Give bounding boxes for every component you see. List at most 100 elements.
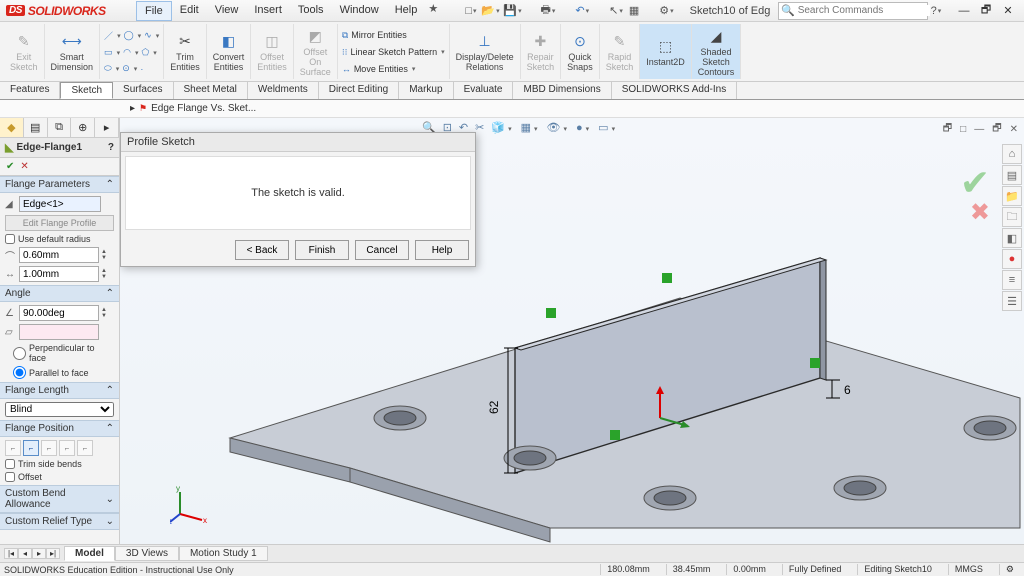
menu-view[interactable]: View: [207, 1, 247, 21]
tab-directedit[interactable]: Direct Editing: [319, 82, 399, 99]
tab-surfaces[interactable]: Surfaces: [113, 82, 173, 99]
radius-input[interactable]: [19, 247, 99, 263]
edge-icon: ◢: [5, 199, 17, 210]
maximize-button[interactable]: 🗗: [976, 3, 996, 19]
section-flange-position[interactable]: Flange Position⌃: [0, 420, 119, 437]
tab-motion[interactable]: Motion Study 1: [179, 546, 268, 561]
parallel-radio[interactable]: [13, 366, 26, 379]
dialog-title: Profile Sketch: [121, 133, 475, 152]
tab-evaluate[interactable]: Evaluate: [454, 82, 514, 99]
radius-spinner[interactable]: ▲▼: [101, 249, 107, 261]
dialog-message: The sketch is valid.: [125, 156, 471, 230]
rapid-sketch[interactable]: ✎Rapid Sketch: [600, 24, 641, 79]
tab-nav[interactable]: |◂◂▸▸|: [4, 548, 60, 559]
face-select-icon: ▱: [5, 327, 17, 338]
tab-sheetmetal[interactable]: Sheet Metal: [174, 82, 248, 99]
angle-face-input[interactable]: [19, 324, 99, 340]
sketch-shapes[interactable]: ／▾ ◯▾ ∿▾ ▭▾ ◠▾ ⬠▾ ⬭▾ ⊙▾ ·: [100, 24, 164, 79]
pm-tab-feature[interactable]: ◆: [0, 118, 24, 137]
graphics-viewport[interactable]: 🔍⊡↶ ✂🧊▾ ▦▾👁▾ ●▾▭▾ 🗗 □ — 🗗 ✕ ✔ ✖ ⌂▤📁 🗀◧ ●…: [120, 118, 1024, 544]
pm-tab-more[interactable]: ▸: [95, 118, 119, 137]
instant2d[interactable]: ⬚Instant2D: [640, 24, 692, 79]
edge-selection[interactable]: [19, 196, 101, 212]
select-icon[interactable]: ↖▾: [609, 3, 623, 19]
tab-addins[interactable]: SOLIDWORKS Add-Ins: [612, 82, 737, 99]
section-flange-length[interactable]: Flange Length⌃: [0, 382, 119, 399]
quick-snaps[interactable]: ⊙Quick Snaps: [561, 24, 600, 79]
options-icon[interactable]: ⚙▾: [659, 3, 673, 19]
new-file-icon[interactable]: □▾: [465, 3, 476, 19]
menu-window[interactable]: Window: [332, 1, 387, 21]
tab-weldments[interactable]: Weldments: [248, 82, 319, 99]
open-file-icon[interactable]: 📂▾: [482, 3, 498, 19]
save-icon[interactable]: 💾▾: [504, 3, 520, 19]
cancel-button[interactable]: ✕: [20, 161, 28, 172]
pm-help-icon[interactable]: ?: [108, 142, 114, 153]
status-units[interactable]: MMGS: [948, 564, 989, 575]
menu-pin-icon[interactable]: ★: [425, 1, 441, 17]
dialog-help-button[interactable]: Help: [415, 240, 469, 260]
menu-file[interactable]: File: [136, 1, 172, 21]
offset-entities[interactable]: ◫Offset Entities: [251, 24, 294, 79]
tab-model[interactable]: Model: [64, 546, 115, 561]
gap-input[interactable]: [19, 266, 99, 282]
section-angle[interactable]: Angle⌃: [0, 285, 119, 302]
smart-dimension[interactable]: ⟷Smart Dimension: [45, 24, 101, 79]
menu-insert[interactable]: Insert: [246, 1, 290, 21]
dialog-back-button[interactable]: < Back: [235, 240, 289, 260]
repair-sketch[interactable]: ✚Repair Sketch: [521, 24, 562, 79]
tab-sketch[interactable]: Sketch: [60, 82, 113, 99]
menu-edit[interactable]: Edit: [172, 1, 207, 21]
use-default-radius-check[interactable]: [5, 234, 15, 244]
status-more-icon[interactable]: ⚙: [999, 564, 1020, 575]
section-custom-bend[interactable]: Custom Bend Allowance⌄: [0, 485, 119, 513]
dialog-cancel-button[interactable]: Cancel: [355, 240, 409, 260]
tab-markup[interactable]: Markup: [399, 82, 453, 99]
dialog-finish-button[interactable]: Finish: [295, 240, 349, 260]
angle-spinner[interactable]: ▲▼: [101, 307, 107, 319]
tab-features[interactable]: Features: [0, 82, 60, 99]
pattern-tools[interactable]: ⧉Mirror Entities ⁝⁝Linear Sketch Pattern…: [338, 24, 450, 79]
status-y: 38.45mm: [666, 564, 717, 575]
trim-side-check[interactable]: [5, 459, 15, 469]
trim-entities[interactable]: ✂Trim Entities: [164, 24, 207, 79]
profile-sketch-dialog: Profile Sketch The sketch is valid. < Ba…: [120, 132, 476, 267]
section-custom-relief[interactable]: Custom Relief Type⌄: [0, 513, 119, 530]
undo-icon[interactable]: ↶▾: [575, 3, 589, 19]
gap-spinner[interactable]: ▲▼: [101, 268, 107, 280]
title-bar: DSSOLIDWORKS File Edit View Insert Tools…: [0, 0, 1024, 22]
shaded-sketch-contours[interactable]: ◢Shaded Sketch Contours: [692, 24, 742, 79]
menu-help[interactable]: Help: [387, 1, 426, 21]
convert-entities[interactable]: ◧Convert Entities: [207, 24, 252, 79]
crumb-expand-icon[interactable]: ▸: [130, 103, 135, 114]
radius-icon: ⌒: [5, 248, 17, 263]
svg-text:6: 6: [844, 383, 851, 397]
minimize-button[interactable]: —: [954, 3, 974, 19]
tab-3dviews[interactable]: 3D Views: [115, 546, 179, 561]
crumb-item[interactable]: Edge Flange Vs. Sket...: [151, 103, 256, 114]
pm-tab-other[interactable]: ⊕: [71, 118, 95, 137]
close-button[interactable]: ✕: [998, 3, 1018, 19]
pm-tab-config[interactable]: ▤: [24, 118, 48, 137]
exit-sketch[interactable]: ✎Exit Sketch: [4, 24, 45, 79]
flange-length-type[interactable]: Blind: [5, 402, 114, 417]
offset-check[interactable]: [5, 472, 15, 482]
edit-flange-profile-button[interactable]: Edit Flange Profile: [5, 215, 114, 231]
section-flange-params[interactable]: Flange Parameters⌃: [0, 176, 119, 193]
view-triad[interactable]: y x z: [170, 484, 210, 524]
ok-button[interactable]: ✔: [6, 161, 14, 172]
svg-text:x: x: [203, 516, 207, 524]
search-input[interactable]: [798, 5, 930, 16]
display-delete-relations[interactable]: ⊥Display/Delete Relations: [450, 24, 521, 79]
menu-tools[interactable]: Tools: [290, 1, 332, 21]
flange-position-icons[interactable]: ⌐⌐⌐⌐⌐: [5, 440, 114, 456]
print-icon[interactable]: 🖶▾: [540, 3, 555, 19]
search-commands[interactable]: 🔍: [778, 2, 928, 20]
pm-tab-display[interactable]: ⧉: [48, 118, 72, 137]
angle-input[interactable]: [19, 305, 99, 321]
ribbon: ✎Exit Sketch ⟷Smart Dimension ／▾ ◯▾ ∿▾ ▭…: [0, 22, 1024, 82]
tab-mbd[interactable]: MBD Dimensions: [513, 82, 611, 99]
help-icon[interactable]: ?▾: [928, 3, 944, 19]
rebuild-icon[interactable]: ▦: [629, 3, 639, 19]
perp-radio[interactable]: [13, 347, 26, 360]
